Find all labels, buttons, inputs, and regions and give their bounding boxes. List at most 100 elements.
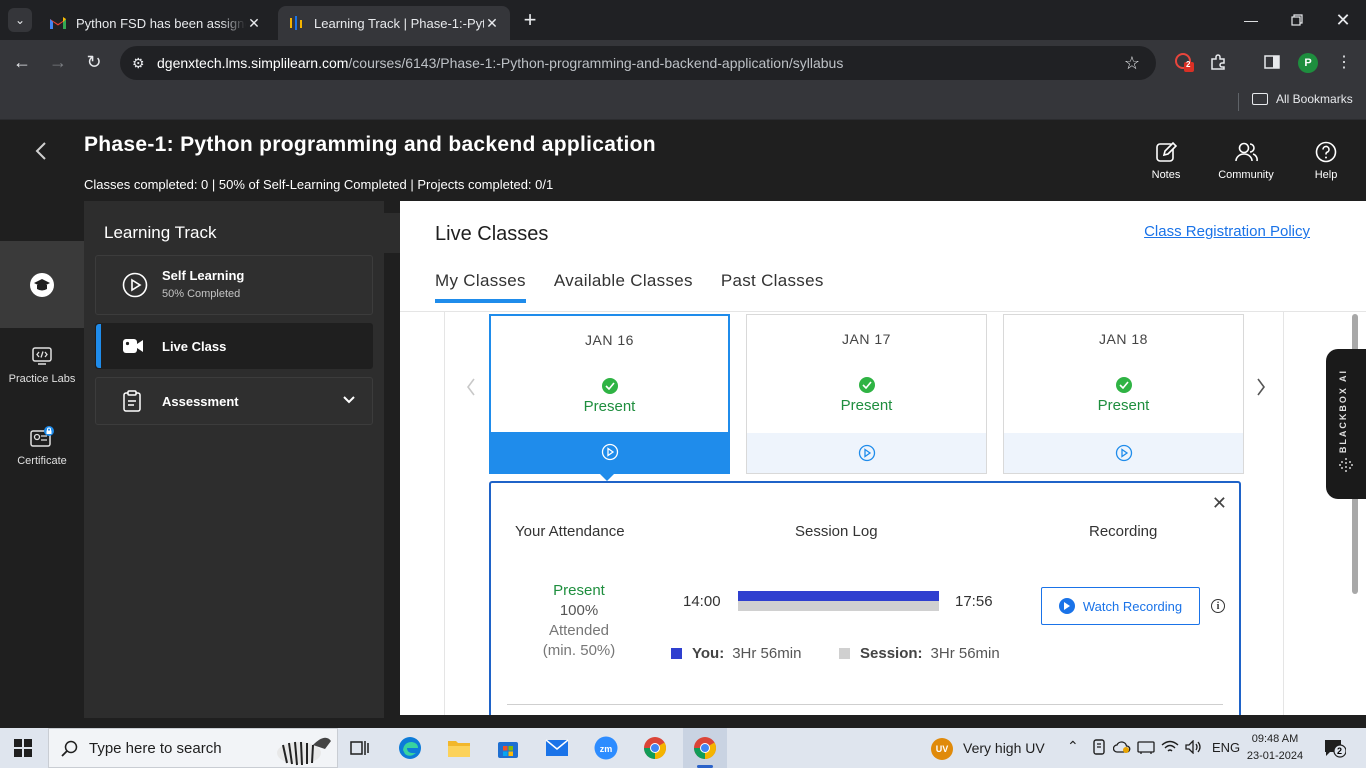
session-card-jan18[interactable]: JAN 18 Present	[1003, 314, 1244, 474]
chevron-down-icon[interactable]	[342, 395, 356, 405]
search-icon	[61, 740, 78, 757]
recording-heading: Recording	[1089, 523, 1158, 540]
reload-icon[interactable]: ↻	[82, 50, 106, 74]
taskbar-clock[interactable]: 09:48 AM 23-01-2024	[1244, 731, 1306, 765]
edge-icon[interactable]	[396, 734, 424, 762]
session-details-panel: ✕ Your Attendance Session Log Recording …	[489, 481, 1241, 715]
live-class-item[interactable]: Live Class	[95, 323, 373, 369]
cloud-sync-icon[interactable]	[1111, 736, 1133, 758]
close-icon[interactable]: ✕	[1212, 493, 1227, 514]
check-circle-icon	[601, 378, 618, 394]
play-icon	[1058, 598, 1075, 614]
simplilearn-icon	[288, 15, 304, 31]
session-card-jan17[interactable]: JAN 17 Present	[746, 314, 987, 474]
device-icon[interactable]	[1088, 736, 1110, 758]
file-explorer-icon[interactable]	[445, 734, 473, 762]
weather-text[interactable]: Very high UV	[963, 740, 1045, 756]
new-tab-icon[interactable]: +	[518, 8, 542, 32]
mail-icon[interactable]	[543, 734, 571, 762]
live-classes-content: Live Classes Class Registration Policy M…	[400, 201, 1366, 715]
tab-search-dropdown-icon[interactable]: ⌄	[8, 8, 32, 32]
windows-start-icon[interactable]	[14, 739, 32, 757]
blackbox-ai-widget[interactable]: BLACKBOX AI	[1326, 349, 1366, 499]
tab-title: Python FSD has been assigned to	[76, 15, 246, 31]
volume-icon[interactable]	[1183, 736, 1205, 758]
you-duration: 3Hr 56min	[732, 645, 802, 662]
minimize-icon[interactable]: —	[1228, 0, 1274, 40]
uv-weather-icon[interactable]: UV	[931, 738, 953, 760]
assessment-item[interactable]: Assessment	[95, 377, 373, 425]
microsoft-store-icon[interactable]	[494, 734, 522, 762]
tab-title: Learning Track | Phase-1:-Python	[314, 15, 484, 31]
notes-button[interactable]: Notes	[1131, 141, 1201, 181]
watch-recording-button[interactable]: Watch Recording	[1041, 587, 1200, 625]
puzzle-extensions-icon[interactable]	[1206, 50, 1230, 74]
wifi-icon[interactable]	[1159, 736, 1181, 758]
session-status: Present	[840, 397, 893, 414]
chrome-icon[interactable]	[641, 734, 669, 762]
close-tab-icon[interactable]: ✕	[484, 15, 500, 32]
rail-item-learning[interactable]	[0, 241, 84, 328]
blackbox-label: BLACKBOX AI	[1338, 369, 1348, 454]
session-date: JAN 17	[842, 331, 891, 347]
session-play-button[interactable]	[491, 432, 728, 472]
carousel-prev-icon[interactable]	[461, 372, 481, 402]
side-panel-icon[interactable]	[1260, 50, 1284, 74]
session-play-button[interactable]	[747, 433, 986, 473]
extension-icon[interactable]: 2	[1172, 50, 1196, 74]
taskbar-search-box[interactable]: Type here to search	[48, 728, 338, 768]
session-card-jan16[interactable]: JAN 16 Present	[489, 314, 730, 474]
show-hidden-icons-icon[interactable]: ⌃	[1067, 738, 1079, 755]
back-chevron-icon[interactable]	[30, 139, 54, 163]
blackbox-logo-icon	[1339, 458, 1353, 472]
browser-tab-learning-track[interactable]: Learning Track | Phase-1:-Python ✕	[278, 6, 510, 40]
language-indicator[interactable]: ENG	[1212, 740, 1240, 755]
people-icon	[1235, 142, 1258, 162]
tab-my-classes[interactable]: My Classes	[435, 271, 526, 303]
network-icon[interactable]	[1135, 736, 1157, 758]
you-duration-bar	[738, 591, 939, 601]
play-circle-icon	[601, 443, 618, 461]
profile-avatar[interactable]: P	[1298, 53, 1318, 73]
browser-tab-gmail[interactable]: Python FSD has been assigned to ✕	[40, 6, 272, 40]
back-arrow-icon[interactable]: ←	[10, 50, 34, 74]
session-status: Present	[1097, 397, 1150, 414]
self-learning-label: Self Learning	[162, 268, 245, 283]
edit-icon	[1156, 141, 1177, 162]
session-play-button[interactable]	[1004, 433, 1243, 473]
restore-icon[interactable]	[1274, 0, 1320, 40]
selected-pointer	[599, 473, 615, 481]
self-learning-item[interactable]: Self Learning 50% Completed	[95, 255, 373, 315]
gmail-icon	[50, 15, 66, 31]
zoom-icon[interactable]: zm	[592, 734, 620, 762]
chrome-active-icon[interactable]	[691, 734, 719, 762]
all-bookmarks-button[interactable]: All Bookmarks	[1252, 92, 1353, 106]
url-path: /courses/6143/Phase-1:-Python-programmin…	[348, 55, 844, 71]
notes-label: Notes	[1151, 169, 1181, 181]
rail-item-practice-labs[interactable]: Practice Labs	[0, 346, 84, 386]
close-window-icon[interactable]: ✕	[1320, 0, 1366, 40]
bookmark-star-icon[interactable]: ☆	[1122, 53, 1142, 74]
site-settings-icon[interactable]: ⚙	[132, 55, 148, 72]
legend-session: Session: 3Hr 56min	[839, 645, 1000, 662]
task-view-icon[interactable]	[346, 734, 374, 762]
assessment-label: Assessment	[162, 394, 239, 409]
extension-badge: 2	[1186, 60, 1191, 69]
carousel-next-icon[interactable]	[1251, 372, 1271, 402]
class-registration-policy-link[interactable]: Class Registration Policy	[1144, 223, 1310, 240]
attendance-status: Present	[553, 582, 605, 599]
tab-available-classes[interactable]: Available Classes	[554, 271, 693, 303]
help-button[interactable]: Help	[1291, 141, 1361, 181]
rail-item-certificate[interactable]: Certificate	[0, 426, 84, 468]
tab-past-classes[interactable]: Past Classes	[721, 271, 824, 303]
notification-center-icon[interactable]: 2	[1324, 738, 1347, 758]
more-menu-icon[interactable]: ⋮	[1332, 50, 1356, 74]
check-circle-icon	[858, 377, 875, 393]
all-bookmarks-label: All Bookmarks	[1276, 92, 1353, 106]
close-tab-icon[interactable]: ✕	[246, 15, 262, 32]
session-duration: 3Hr 56min	[930, 645, 1000, 662]
address-bar[interactable]: ⚙ dgenxtech.lms.simplilearn.com/courses/…	[120, 46, 1156, 80]
info-icon[interactable]: i	[1211, 599, 1225, 613]
forward-arrow-icon[interactable]: →	[46, 50, 70, 74]
community-button[interactable]: Community	[1211, 141, 1281, 181]
